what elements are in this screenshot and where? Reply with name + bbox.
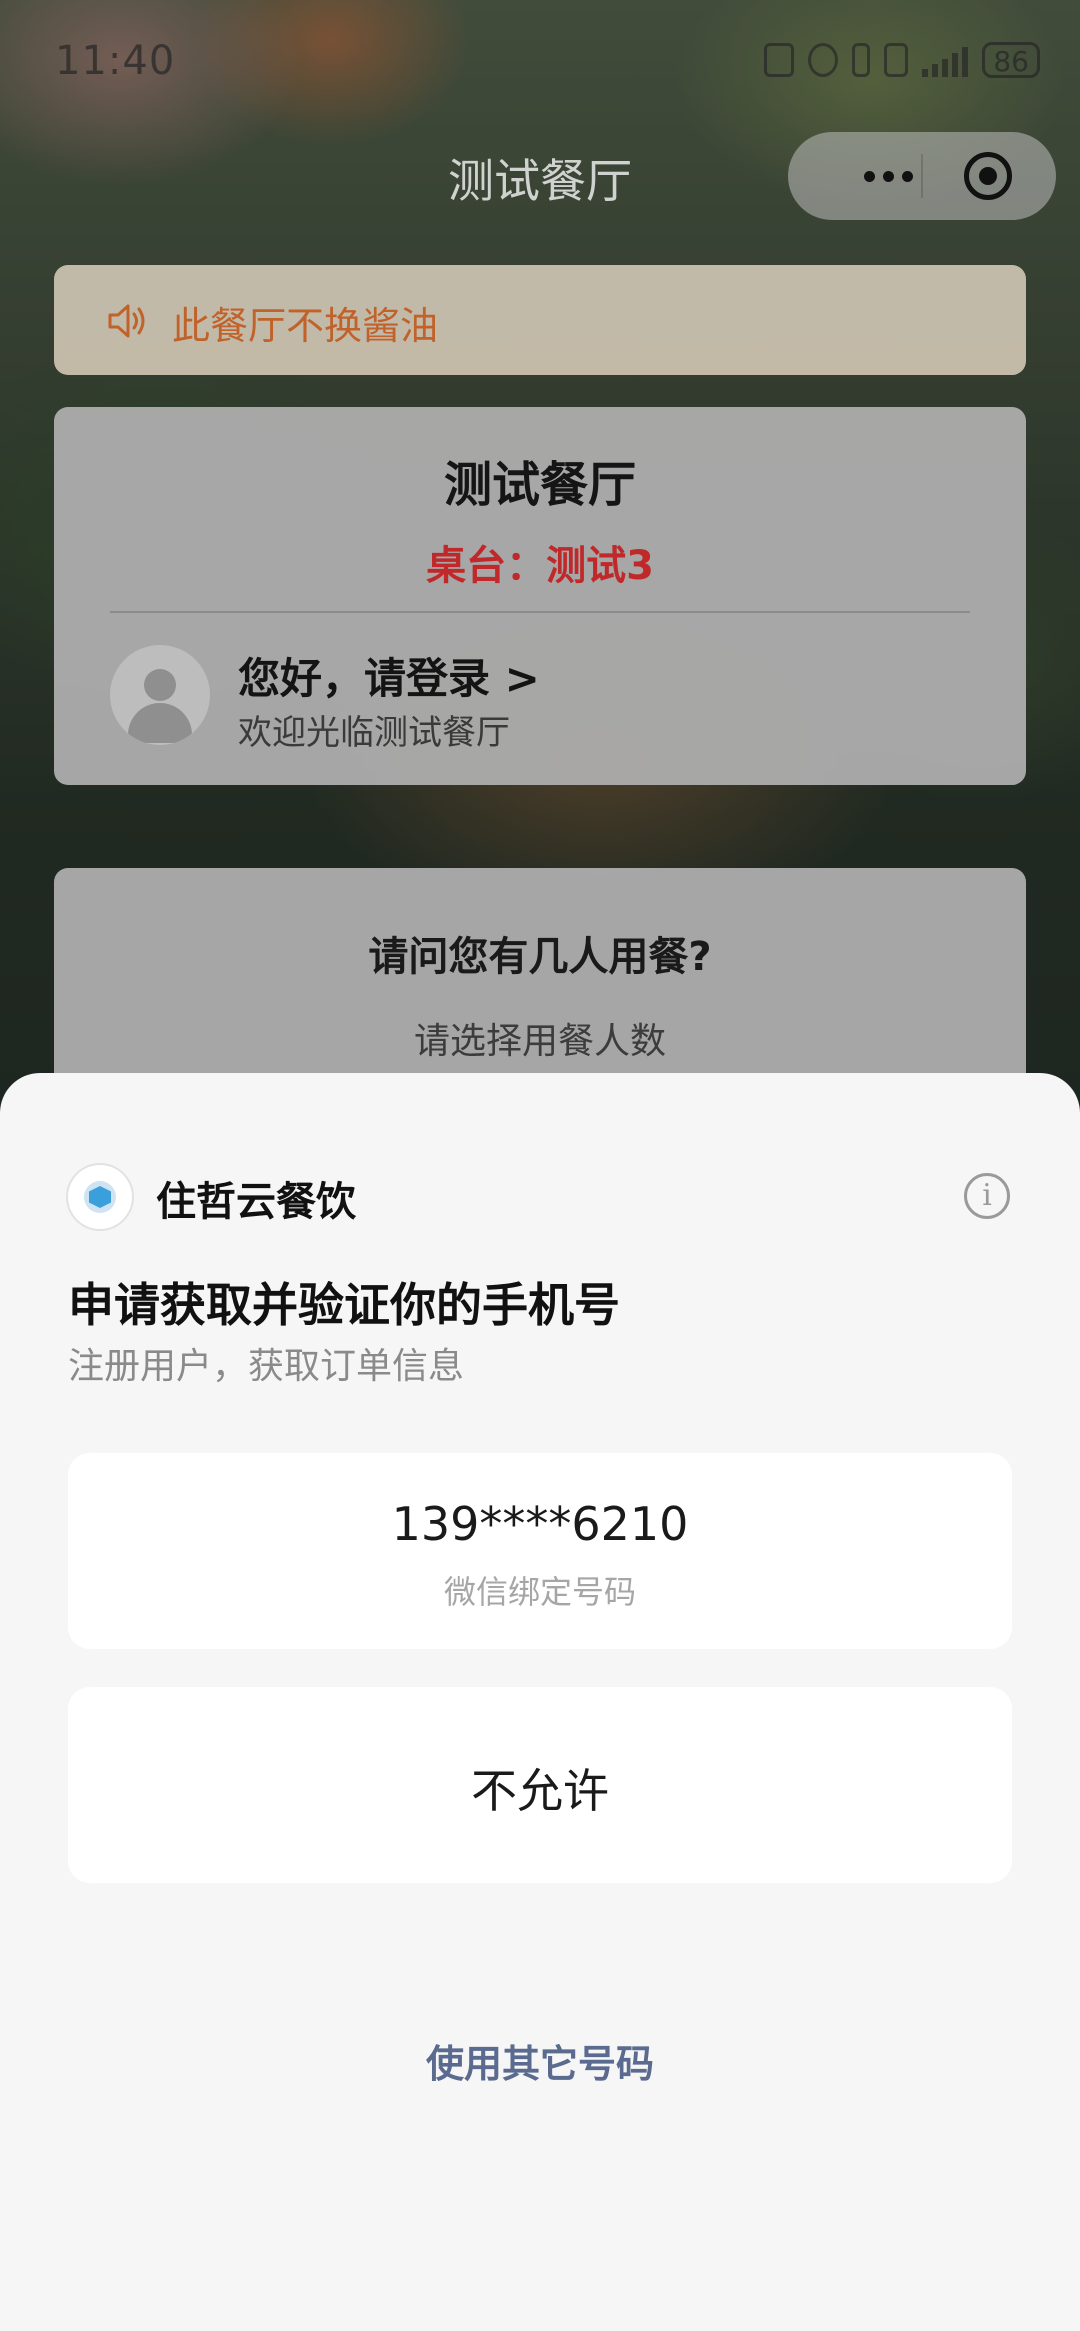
request-title: 申请获取并验证你的手机号 [68,1278,620,1332]
divider [110,611,970,613]
restaurant-card: 测试餐厅 桌台：测试3 您好，请登录 > 欢迎光临测试餐厅 [54,407,1026,785]
notice-text: 此餐厅不换酱油 [172,304,439,348]
alarm-icon [808,43,839,77]
vibrate-icon [884,43,909,77]
signal-icon [922,43,969,77]
battery-indicator: 86 [982,42,1040,78]
more-icon[interactable] [828,132,948,220]
login-link[interactable]: 您好，请登录 > [238,645,540,706]
speaker-icon [108,304,145,338]
deny-label: 不允许 [471,1764,609,1818]
user-avatar-icon[interactable] [110,645,210,745]
capsule-divider [921,154,923,198]
diners-question: 请问您有几人用餐? [368,934,712,980]
nfc-icon [764,43,795,77]
table-label: 桌台：测试3 [426,543,654,589]
phone-label: 微信绑定号码 [443,1573,636,1611]
diners-hint: 请选择用餐人数 [413,1021,666,1062]
phone-option-button[interactable]: 139****6210 微信绑定号码 [68,1453,1012,1649]
info-icon[interactable]: i [964,1173,1010,1219]
phone-auth-sheet: 住哲云餐饮 i 申请获取并验证你的手机号 注册用户，获取订单信息 139****… [0,1073,1080,2331]
app-logo-icon [68,1165,132,1229]
use-other-number-link[interactable]: 使用其它号码 [0,2033,1080,2088]
status-time: 11:40 [55,38,176,84]
app-name: 住哲云餐饮 [156,1179,356,1225]
notice-banner: 此餐厅不换酱油 [54,265,1026,375]
deny-button[interactable]: 不允许 [68,1687,1012,1883]
request-subtitle: 注册用户，获取订单信息 [68,1346,465,1387]
phone-number: 139****6210 [391,1497,689,1551]
welcome-text: 欢迎光临测试餐厅 [238,713,510,753]
miniprogram-capsule [788,132,1056,220]
restaurant-name: 测试餐厅 [443,457,636,513]
status-icons: 86 [764,42,1040,78]
status-bar: 11:40 86 [0,0,1080,120]
bluetooth-icon [852,43,871,77]
close-miniprogram-icon[interactable] [964,152,1012,200]
